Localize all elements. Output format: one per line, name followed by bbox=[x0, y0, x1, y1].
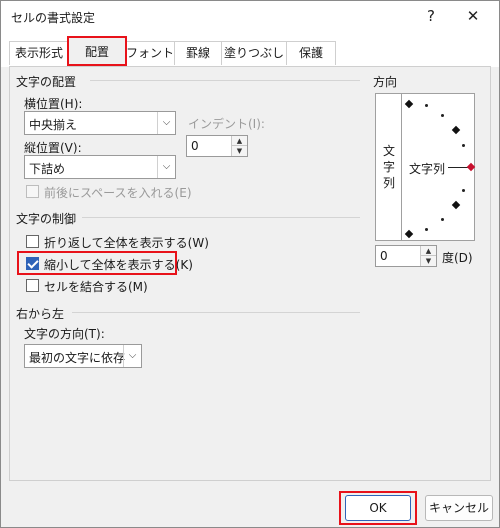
merge-cells-checkbox[interactable] bbox=[26, 279, 39, 292]
dialog-title: セルの書式設定 bbox=[11, 11, 96, 25]
wrap-text-checkbox[interactable] bbox=[26, 235, 39, 248]
spin-up-icon[interactable]: ▲ bbox=[231, 136, 247, 146]
orientation-control[interactable]: 文 字 列 文字列 bbox=[375, 93, 476, 241]
degrees-spinner[interactable]: 0 ▲ ▼ bbox=[375, 245, 437, 267]
wrap-text-label: 折り返して全体を表示する(W) bbox=[44, 236, 209, 250]
justify-distributed-label: 前後にスペースを入れる(E) bbox=[44, 186, 192, 200]
degrees-value: 0 bbox=[380, 249, 388, 263]
indent-spinner[interactable]: 0 ▲ ▼ bbox=[186, 135, 248, 157]
text-direction-select[interactable]: 最初の文字に依存 ⌵ bbox=[24, 344, 142, 368]
group-divider bbox=[82, 217, 360, 218]
vertical-text-char: 文 bbox=[383, 144, 396, 158]
format-cells-dialog: セルの書式設定 ? ✕ 表示形式 配置 フォント 罫線 塗りつぶし 保護 文字の… bbox=[0, 0, 500, 528]
cancel-button[interactable]: キャンセル bbox=[425, 495, 493, 521]
angle-handle[interactable] bbox=[466, 162, 476, 172]
chevron-down-icon: ⌵ bbox=[157, 112, 175, 134]
tab-protection[interactable]: 保護 bbox=[286, 41, 336, 65]
vertical-text-toggle[interactable]: 文 字 列 bbox=[376, 94, 402, 240]
orientation-line bbox=[448, 167, 468, 168]
angle-tick bbox=[425, 228, 428, 231]
spin-down-icon[interactable]: ▼ bbox=[420, 256, 436, 266]
angle-marker[interactable] bbox=[451, 125, 461, 135]
text-direction-value: 最初の文字に依存 bbox=[29, 351, 126, 365]
help-icon[interactable]: ? bbox=[411, 3, 451, 29]
angle-tick bbox=[462, 189, 465, 192]
group-divider bbox=[90, 80, 360, 81]
degrees-label: 度(D) bbox=[442, 251, 473, 265]
spin-up-icon[interactable]: ▲ bbox=[420, 246, 436, 256]
text-direction-label: 文字の方向(T): bbox=[24, 327, 105, 341]
tab-font[interactable]: フォント bbox=[125, 41, 175, 65]
chevron-down-icon: ⌵ bbox=[157, 156, 175, 178]
text-control-group-title: 文字の制御 bbox=[16, 212, 77, 226]
shrink-to-fit-checkbox[interactable] bbox=[26, 257, 39, 270]
spin-down-icon[interactable]: ▼ bbox=[231, 146, 247, 156]
rtl-group-title: 右から左 bbox=[16, 307, 65, 321]
tab-strip: 表示形式 配置 フォント 罫線 塗りつぶし 保護 bbox=[1, 31, 499, 67]
orientation-group-title: 方向 bbox=[373, 75, 398, 89]
angle-marker[interactable] bbox=[404, 99, 414, 109]
tab-number[interactable]: 表示形式 bbox=[9, 41, 69, 65]
alignment-panel: 文字の配置 横位置(H): 中央揃え ⌵ インデント(I): 0 ▲ ▼ 縦位置… bbox=[9, 67, 491, 481]
justify-distributed-checkbox[interactable] bbox=[26, 185, 39, 198]
text-alignment-group-title: 文字の配置 bbox=[16, 75, 77, 89]
vertical-text-char: 字 bbox=[383, 160, 396, 174]
ok-button[interactable]: OK bbox=[345, 495, 411, 521]
angle-tick bbox=[462, 144, 465, 147]
angle-tick bbox=[441, 114, 444, 117]
tab-border[interactable]: 罫線 bbox=[174, 41, 222, 65]
angle-marker[interactable] bbox=[451, 200, 461, 210]
group-divider bbox=[72, 312, 360, 313]
vertical-text-char: 列 bbox=[383, 176, 396, 190]
angle-tick bbox=[441, 218, 444, 221]
indent-value: 0 bbox=[191, 139, 199, 153]
indent-label: インデント(I): bbox=[188, 117, 265, 131]
angle-tick bbox=[425, 104, 428, 107]
vertical-value: 下詰め bbox=[29, 162, 66, 176]
horizontal-select[interactable]: 中央揃え ⌵ bbox=[24, 111, 176, 135]
title-bar: セルの書式設定 ? ✕ bbox=[1, 1, 499, 31]
vertical-label: 縦位置(V): bbox=[24, 141, 82, 155]
shrink-to-fit-label: 縮小して全体を表示する(K) bbox=[44, 258, 193, 272]
orientation-text: 文字列 bbox=[409, 162, 446, 176]
vertical-select[interactable]: 下詰め ⌵ bbox=[24, 155, 176, 179]
horizontal-label: 横位置(H): bbox=[24, 97, 83, 111]
horizontal-value: 中央揃え bbox=[29, 118, 78, 132]
tab-fill[interactable]: 塗りつぶし bbox=[221, 41, 287, 65]
close-icon[interactable]: ✕ bbox=[453, 3, 493, 29]
chevron-down-icon: ⌵ bbox=[123, 345, 141, 367]
merge-cells-label: セルを結合する(M) bbox=[44, 280, 148, 294]
angle-marker[interactable] bbox=[404, 229, 414, 239]
tab-alignment[interactable]: 配置 bbox=[67, 36, 127, 66]
